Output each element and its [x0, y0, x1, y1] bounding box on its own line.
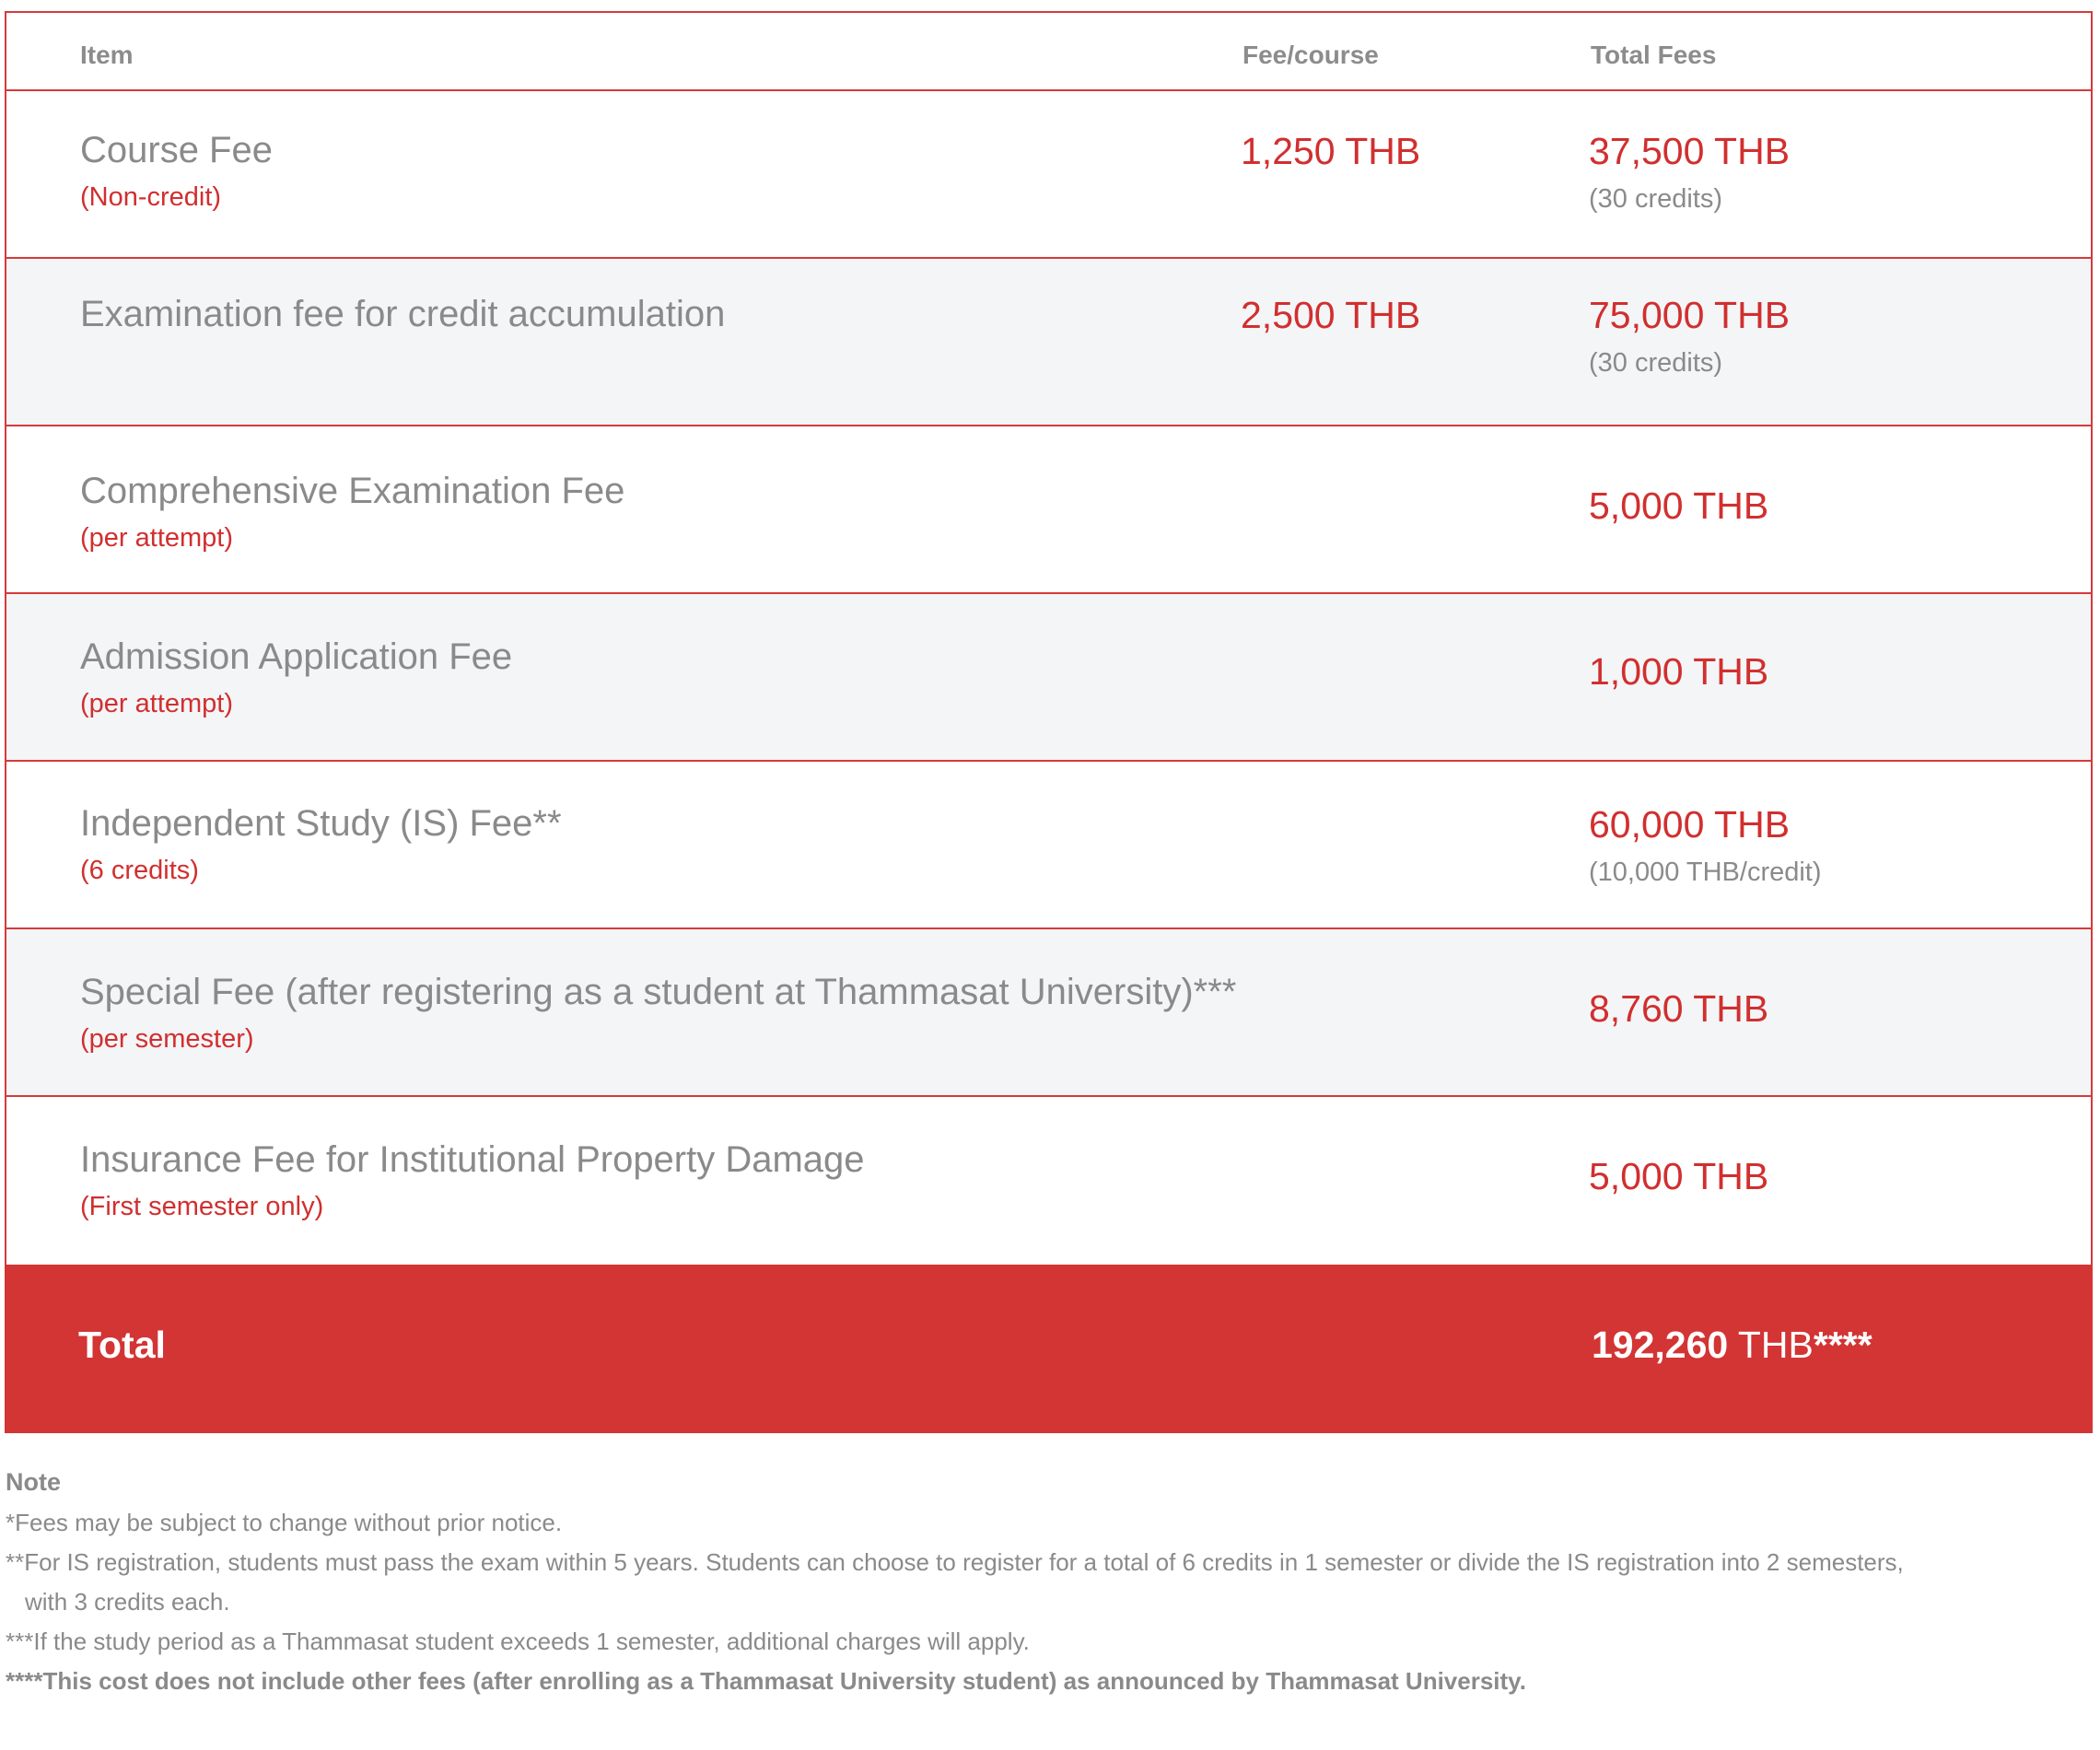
note-line-1: *Fees may be subject to change without p… — [6, 1509, 563, 1536]
row-item-cell: Special Fee (after registering as a stud… — [80, 972, 1236, 1055]
row-total: 5,000 THB — [1589, 1155, 1769, 1197]
note-line-3: ***If the study period as a Thammasat st… — [6, 1628, 1030, 1655]
row-title: Comprehensive Examination Fee — [80, 471, 625, 511]
total-currency: THB — [1737, 1324, 1814, 1366]
header-total-fees: Total Fees — [1591, 41, 1717, 69]
row-item-cell: Course Fee (Non-credit) — [80, 130, 273, 213]
header-item: Item — [80, 41, 134, 69]
row-total: 60,000 THB — [1589, 803, 1791, 846]
row-title: Insurance Fee for Institutional Property… — [80, 1139, 865, 1180]
row-total: 8,760 THB — [1589, 987, 1769, 1030]
row-title: Examination fee for credit accumulation — [80, 294, 726, 334]
row-total-cell: 60,000 THB (10,000 THB/credit) — [1589, 803, 1822, 888]
row-fee-per-course: 2,500 THB — [1241, 294, 1421, 336]
table-row: Comprehensive Examination Fee (per attem… — [6, 426, 2091, 594]
header-fee-per-course: Fee/course — [1242, 41, 1379, 69]
row-total-note: (30 credits) — [1589, 348, 1723, 378]
row-total: 1,000 THB — [1589, 650, 1769, 693]
table-row: Special Fee (after registering as a stud… — [6, 929, 2091, 1097]
table-row: Admission Application Fee (per attempt) … — [6, 594, 2091, 762]
fee-table: Item Fee/course Total Fees Course Fee (N… — [5, 11, 2093, 1265]
row-total-note: (30 credits) — [1589, 184, 1723, 214]
notes-heading: Note — [6, 1468, 61, 1496]
row-total: 75,000 THB — [1589, 294, 1791, 336]
row-title: Course Fee — [80, 130, 273, 170]
notes-section: Note *Fees may be subject to change with… — [6, 1463, 2087, 1701]
total-amount: 192,260 — [1592, 1324, 1729, 1366]
table-row: Course Fee (Non-credit) 1,250 THB 37,500… — [6, 91, 2091, 259]
row-subtitle: (Non-credit) — [80, 182, 222, 212]
row-subtitle: (per attempt) — [80, 689, 233, 718]
row-total-cell: 75,000 THB (30 credits) — [1589, 294, 1790, 379]
row-subtitle: (First semester only) — [80, 1192, 324, 1221]
row-subtitle: (per attempt) — [80, 523, 233, 553]
table-header: Item Fee/course Total Fees — [6, 13, 2091, 91]
total-marker: **** — [1813, 1324, 1872, 1366]
row-item-cell: Admission Application Fee (per attempt) — [80, 636, 512, 719]
row-total-note: (10,000 THB/credit) — [1589, 858, 1822, 887]
table-row: Independent Study (IS) Fee** (6 credits)… — [6, 762, 2091, 929]
table-row: Insurance Fee for Institutional Property… — [6, 1097, 2091, 1265]
total-value: 192,260 THB**** — [1592, 1324, 1872, 1367]
note-line-4: ****This cost does not include other fee… — [6, 1667, 1526, 1695]
total-label: Total — [78, 1324, 166, 1366]
table-row: Examination fee for credit accumulation … — [6, 259, 2091, 426]
row-item-cell: Independent Study (IS) Fee** (6 credits) — [80, 803, 562, 886]
row-subtitle: (6 credits) — [80, 856, 199, 885]
row-fee-per-course: 1,250 THB — [1241, 130, 1421, 172]
row-item-cell: Insurance Fee for Institutional Property… — [80, 1139, 865, 1222]
row-total-cell: 37,500 THB (30 credits) — [1589, 130, 1790, 215]
row-title: Admission Application Fee — [80, 636, 513, 677]
row-subtitle: (per semester) — [80, 1024, 254, 1054]
row-total: 5,000 THB — [1589, 484, 1769, 527]
row-item-cell: Examination fee for credit accumulation — [80, 294, 725, 335]
row-title: Special Fee (after registering as a stud… — [80, 972, 1237, 1012]
row-total: 37,500 THB — [1589, 130, 1791, 172]
note-line-2: **For IS registration, students must pas… — [6, 1548, 1904, 1576]
row-title: Independent Study (IS) Fee** — [80, 803, 562, 844]
row-item-cell: Comprehensive Examination Fee (per attem… — [80, 471, 624, 554]
total-row: Total 192,260 THB**** — [5, 1265, 2093, 1433]
note-line-2-continued: with 3 credits each. — [25, 1588, 230, 1616]
